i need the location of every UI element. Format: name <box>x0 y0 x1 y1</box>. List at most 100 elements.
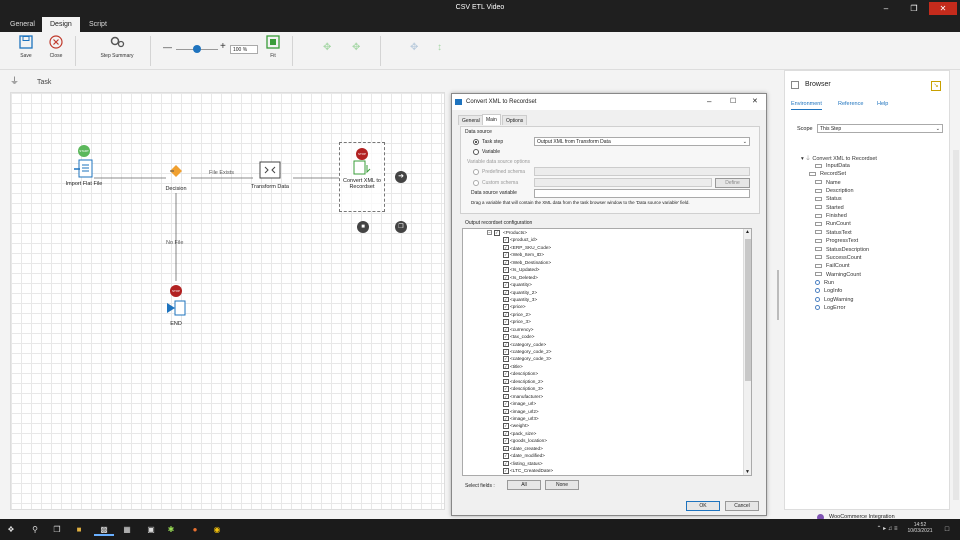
fit-button[interactable]: Fit <box>264 35 282 59</box>
step-summary-button[interactable]: Step Summary <box>95 35 139 59</box>
restore-icon[interactable]: ❐ <box>900 2 928 15</box>
predefined-schema-select[interactable] <box>534 167 750 176</box>
checkbox-checked-icon[interactable]: ✓ <box>503 468 509 474</box>
checkbox-checked-icon[interactable]: ✓ <box>503 282 509 288</box>
tree-field-item[interactable]: ✓ <price_3> <box>463 318 751 325</box>
checkbox-checked-icon[interactable]: ✓ <box>503 415 509 422</box>
tree-field-item[interactable]: ✓ <category_code_2> <box>463 348 751 355</box>
pin-icon[interactable]: ↘ <box>931 81 941 91</box>
checkbox-checked-icon[interactable]: ✓ <box>503 334 509 340</box>
tree-field-item[interactable]: ✓ <ERP_SKU_Code> <box>463 244 751 251</box>
design-canvas[interactable]: START Import Flat File Decision Transfor… <box>10 92 445 510</box>
tree-field-item[interactable]: ✓ <description_3> <box>463 385 751 392</box>
browser-item[interactable]: LogWarning <box>815 297 853 303</box>
checkbox-checked-icon[interactable]: ✓ <box>494 230 500 236</box>
tree-field-item[interactable]: ✓ <image_url> <box>463 400 751 407</box>
browser-item[interactable]: SuccessCount <box>815 255 861 261</box>
checkbox-checked-icon[interactable]: ✓ <box>503 326 509 333</box>
zoom-in-icon[interactable]: + <box>220 41 226 52</box>
checkbox-checked-icon[interactable]: ✓ <box>503 393 509 400</box>
tree-field-item[interactable]: ✓ <date_created> <box>463 445 751 452</box>
browser-item[interactable]: Status <box>815 196 842 202</box>
checkbox-checked-icon[interactable]: ✓ <box>503 453 509 459</box>
checkbox-checked-icon[interactable]: ✓ <box>503 356 509 362</box>
scroll-up-icon[interactable]: ▲ <box>745 229 750 235</box>
tab-script[interactable]: Script <box>81 17 115 32</box>
edge-file-exists[interactable]: File Exists <box>209 170 234 176</box>
zoom-slider-thumb[interactable] <box>193 45 201 53</box>
save-button[interactable]: Save <box>16 35 36 59</box>
checkbox-checked-icon[interactable]: ✓ <box>503 237 509 243</box>
browser-item[interactable]: WarningCount <box>815 272 861 278</box>
checkbox-checked-icon[interactable]: ✓ <box>503 311 509 318</box>
browser-tab-help[interactable]: Help <box>877 101 888 107</box>
dialog-close-icon[interactable]: ✕ <box>752 94 758 110</box>
fields-tree[interactable]: − ✓ <Products> ✓ <product_id> ✓ <ERP_SKU_Co… <box>462 228 752 476</box>
browser-item[interactable]: Name <box>815 180 841 186</box>
checkbox-checked-icon[interactable]: ✓ <box>503 289 509 295</box>
tree-field-item[interactable]: ✓ <goods_location> <box>463 437 751 444</box>
task-view-icon[interactable]: ❐ <box>50 523 64 536</box>
tree-field-item[interactable]: ✓ <title> <box>463 363 751 370</box>
checkbox-checked-icon[interactable]: ✓ <box>503 363 509 370</box>
tree-field-item[interactable]: ✓ <Is_Updated> <box>463 266 751 273</box>
scope-select[interactable]: This Step ⌄ <box>817 124 943 133</box>
taskbar-app-icon[interactable]: ✱ <box>164 523 178 536</box>
checkbox-checked-icon[interactable]: ✓ <box>503 252 509 258</box>
tree-field-item[interactable]: ✓ <category_code_3> <box>463 355 751 362</box>
tree-field-item[interactable]: ✓ <quantity_2> <box>463 289 751 296</box>
notifications-icon[interactable]: □ <box>940 523 954 536</box>
browser-item[interactable]: RunCount <box>815 221 851 227</box>
checkbox-checked-icon[interactable]: ✓ <box>503 349 509 355</box>
tree-field-item[interactable]: ✓ <category_code> <box>463 341 751 348</box>
tree-field-item[interactable]: ✓ <currency> <box>463 326 751 333</box>
browser-item[interactable]: FailCount <box>815 263 850 269</box>
task-step-select[interactable]: Output XML from Transform Data ⌄ <box>534 137 750 146</box>
dialog-tab-main[interactable]: Main <box>482 114 501 125</box>
browser-item[interactable]: StatusDescription <box>815 247 869 253</box>
tree-field-item[interactable]: ✓ <description_2> <box>463 378 751 385</box>
taskbar-app-icon[interactable]: ● <box>188 523 202 536</box>
tree-field-item[interactable]: ✓ <quantity_3> <box>463 296 751 303</box>
node-import-flat-file[interactable]: START Import Flat File <box>59 145 109 187</box>
tree-field-item[interactable]: ✓ <image_url2> <box>463 408 751 415</box>
node-convert-xml[interactable]: STOP Convert XML to Recordset <box>339 142 385 212</box>
tree-field-item[interactable]: ✓ <image_url3> <box>463 415 751 422</box>
browser-item[interactable]: Started <box>815 205 844 211</box>
scroll-down-icon[interactable]: ▼ <box>745 469 750 475</box>
checkbox-checked-icon[interactable]: ✓ <box>503 274 509 281</box>
splitter[interactable] <box>777 270 779 320</box>
checkbox-checked-icon[interactable]: ✓ <box>503 296 509 303</box>
checkbox-checked-icon[interactable]: ✓ <box>503 430 509 437</box>
checkbox-checked-icon[interactable]: ✓ <box>503 267 509 273</box>
delete-node-icon[interactable]: ■ <box>357 221 369 233</box>
tab-design[interactable]: Design <box>42 17 80 32</box>
align-center-icon[interactable]: ✥ <box>352 42 360 53</box>
checkbox-checked-icon[interactable]: ✓ <box>503 371 509 377</box>
checkbox-checked-icon[interactable]: ✓ <box>503 386 509 392</box>
tree-root[interactable]: − ✓ <Products> <box>463 229 751 236</box>
dialog-tab-general[interactable]: General <box>458 115 484 125</box>
tree-field-item[interactable]: ✓ <quantity> <box>463 281 751 288</box>
custom-schema-field[interactable] <box>534 178 712 187</box>
tree-field-item[interactable]: ✓ <LTC_CreatedDate> <box>463 467 751 474</box>
app-etl-icon[interactable]: ▩ <box>94 523 114 536</box>
dialog-tab-options[interactable]: Options <box>502 115 528 125</box>
tree-field-item[interactable]: ✓ <price_2> <box>463 311 751 318</box>
copy-node-icon[interactable]: ❐ <box>395 221 407 233</box>
distribute-h-icon[interactable]: ✥ <box>410 42 418 53</box>
browser-root[interactable]: ▾ ⏚ Convert XML to Recordset <box>801 154 877 162</box>
browser-item[interactable]: Finished <box>815 213 847 219</box>
define-button[interactable]: Define <box>715 178 750 188</box>
search-icon[interactable]: ⚲ <box>28 523 42 536</box>
tree-field-item[interactable]: ✓ <pack_size> <box>463 430 751 437</box>
edge-no-file[interactable]: No File <box>166 240 183 246</box>
browser-item[interactable]: InputData <box>815 163 850 169</box>
tree-field-item[interactable]: ✓ <Web_Destination> <box>463 259 751 266</box>
browser-tab-reference[interactable]: Reference <box>838 101 863 107</box>
variable-radio[interactable] <box>473 149 479 155</box>
browser-item[interactable]: Run <box>815 280 834 286</box>
tab-general[interactable]: General <box>2 17 43 32</box>
chrome-icon[interactable]: ◉ <box>210 523 224 536</box>
browser-item[interactable]: StatusText <box>815 230 852 236</box>
